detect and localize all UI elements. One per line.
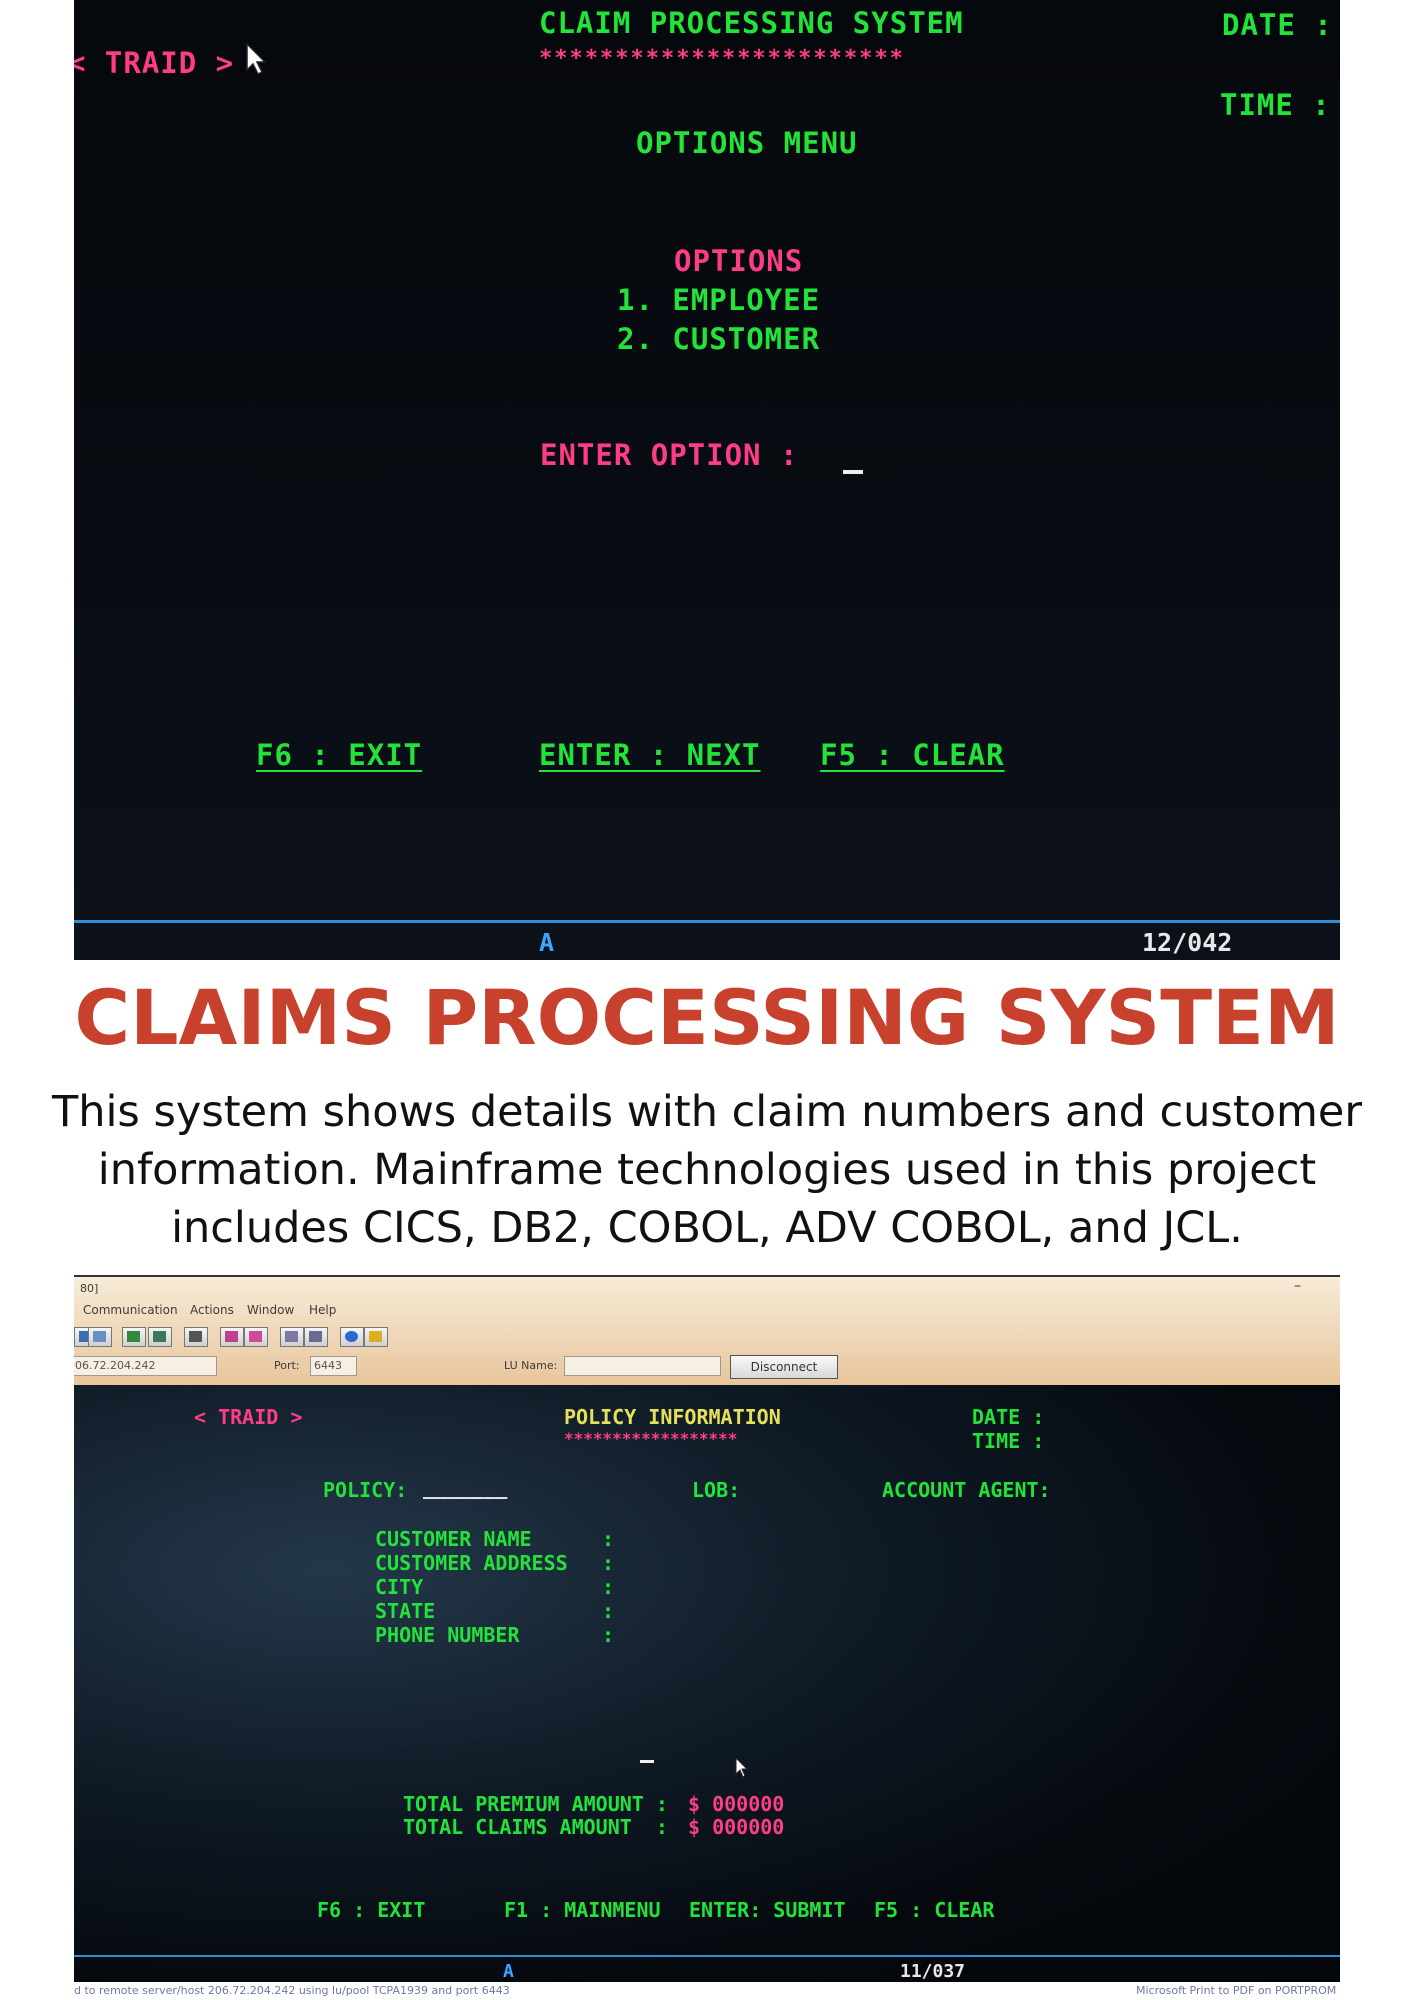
port-field[interactable]: 6443	[310, 1356, 357, 1376]
field-colon: :	[602, 1599, 615, 1623]
date-label: DATE :	[972, 1405, 1045, 1429]
app-title: CLAIM PROCESSING SYSTEM	[539, 6, 964, 40]
description-line: information. Mainframe technologies used…	[97, 1145, 1317, 1195]
send-file-icon[interactable]	[280, 1327, 304, 1347]
terminal-emulator-window: 80] – Communication Actions Window Help …	[74, 1275, 1340, 2000]
receive-file-icon[interactable]	[304, 1327, 328, 1347]
total-claims-label: TOTAL CLAIMS AMOUNT :	[403, 1815, 668, 1839]
host-field[interactable]: 206.72.204.242	[74, 1356, 217, 1376]
menu-communication[interactable]: Communication	[83, 1303, 178, 1317]
time-label: TIME :	[972, 1429, 1045, 1453]
window-title: 80]	[80, 1282, 99, 1295]
status-line-divider	[74, 920, 1340, 923]
total-claims-value: $ 000000	[688, 1815, 785, 1839]
connection-status-bar: d to remote server/host 206.72.204.242 u…	[74, 1982, 1340, 2000]
menu-actions[interactable]: Actions	[190, 1303, 234, 1317]
lu-name-label: LU Name:	[504, 1359, 558, 1372]
customer-name-label: CUSTOMER NAME	[375, 1527, 532, 1551]
city-label: CITY	[375, 1575, 424, 1599]
description-line: includes CICS, DB2, COBOL, ADV COBOL, an…	[171, 1203, 1243, 1253]
f1-mainmenu-key[interactable]: F1 : MAINMENU	[504, 1898, 661, 1922]
minimize-button[interactable]: –	[1294, 1278, 1301, 1294]
connection-status-text: d to remote server/host 206.72.204.242 u…	[74, 1984, 510, 1997]
record-macro-icon[interactable]	[220, 1327, 244, 1347]
total-premium-label: TOTAL PREMIUM AMOUNT :	[403, 1792, 668, 1816]
port-label: Port:	[274, 1359, 300, 1372]
status-indicator: A	[503, 1961, 514, 1982]
lob-label: LOB:	[692, 1478, 741, 1502]
cursor-position: 11/037	[900, 1961, 966, 1982]
disconnect-icon[interactable]	[88, 1327, 112, 1347]
option-employee[interactable]: 1. EMPLOYEE	[617, 283, 820, 317]
state-label: STATE	[375, 1599, 436, 1623]
description-line: This system shows details with claim num…	[51, 1087, 1363, 1137]
options-menu-screen: CLAIM PROCESSING SYSTEM ****************…	[74, 0, 1340, 960]
status-line-divider	[74, 1955, 1340, 1957]
enter-submit-key[interactable]: ENTER: SUBMIT	[689, 1898, 846, 1922]
cursor-position: 12/042	[1142, 928, 1233, 957]
lu-name-field[interactable]	[564, 1356, 721, 1376]
policy-information-screen: < TRAID > POLICY INFORMATION ***********…	[74, 1385, 1340, 2000]
enter-option-label: ENTER OPTION :	[540, 438, 799, 472]
project-description: This system shows details with claim num…	[10, 1083, 1404, 1257]
phone-number-input-cursor[interactable]	[640, 1760, 654, 1763]
user-id: < TRAID >	[194, 1405, 303, 1429]
date-label: DATE :	[1222, 8, 1333, 42]
field-colon: :	[602, 1551, 615, 1575]
f5-clear-key[interactable]: F5 : CLEAR	[874, 1898, 994, 1922]
emulator-toolbar: 80] – Communication Actions Window Help …	[74, 1277, 1340, 1385]
menu-help[interactable]: Help	[309, 1303, 336, 1317]
f6-exit-key[interactable]: F6 : EXIT	[256, 738, 422, 772]
policy-label: POLICY:	[323, 1478, 408, 1502]
field-colon: :	[602, 1575, 615, 1599]
total-premium-value: $ 000000	[688, 1792, 785, 1816]
globe-icon[interactable]	[340, 1327, 364, 1347]
customer-address-label: CUSTOMER ADDRESS	[375, 1551, 568, 1575]
policy-input[interactable]: _______	[423, 1475, 507, 1499]
title-underline: ******************	[564, 1429, 738, 1448]
time-label: TIME :	[1220, 88, 1331, 122]
disconnect-button[interactable]: Disconnect	[730, 1355, 838, 1379]
copy-icon[interactable]	[122, 1327, 146, 1347]
paste-icon[interactable]	[148, 1327, 172, 1347]
print-icon[interactable]	[184, 1327, 208, 1347]
mouse-pointer-icon	[246, 42, 266, 76]
key-icon[interactable]	[364, 1327, 388, 1347]
phone-number-label: PHONE NUMBER	[375, 1623, 520, 1647]
menu-window[interactable]: Window	[247, 1303, 294, 1317]
f5-clear-key[interactable]: F5 : CLEAR	[820, 738, 1005, 772]
title-underline: ************************	[539, 46, 905, 71]
options-header: OPTIONS	[674, 244, 804, 278]
page-title: CLAIMS PROCESSING SYSTEM	[74, 973, 1340, 1062]
printer-status-text: Microsoft Print to PDF on PORTPROM	[1136, 1984, 1337, 1997]
option-input-cursor[interactable]	[843, 470, 863, 474]
play-macro-icon[interactable]	[244, 1327, 268, 1347]
user-id: < TRAID >	[74, 46, 235, 80]
menu-title: OPTIONS MENU	[636, 126, 858, 160]
status-indicator: A	[539, 928, 555, 957]
screen-title: POLICY INFORMATION	[564, 1405, 781, 1429]
field-colon: :	[602, 1623, 615, 1647]
option-customer[interactable]: 2. CUSTOMER	[617, 322, 820, 356]
enter-next-key[interactable]: ENTER : NEXT	[539, 738, 761, 772]
f6-exit-key[interactable]: F6 : EXIT	[317, 1898, 425, 1922]
field-colon: :	[602, 1527, 615, 1551]
mouse-pointer-icon	[735, 1757, 749, 1778]
account-agent-label: ACCOUNT AGENT:	[882, 1478, 1051, 1502]
